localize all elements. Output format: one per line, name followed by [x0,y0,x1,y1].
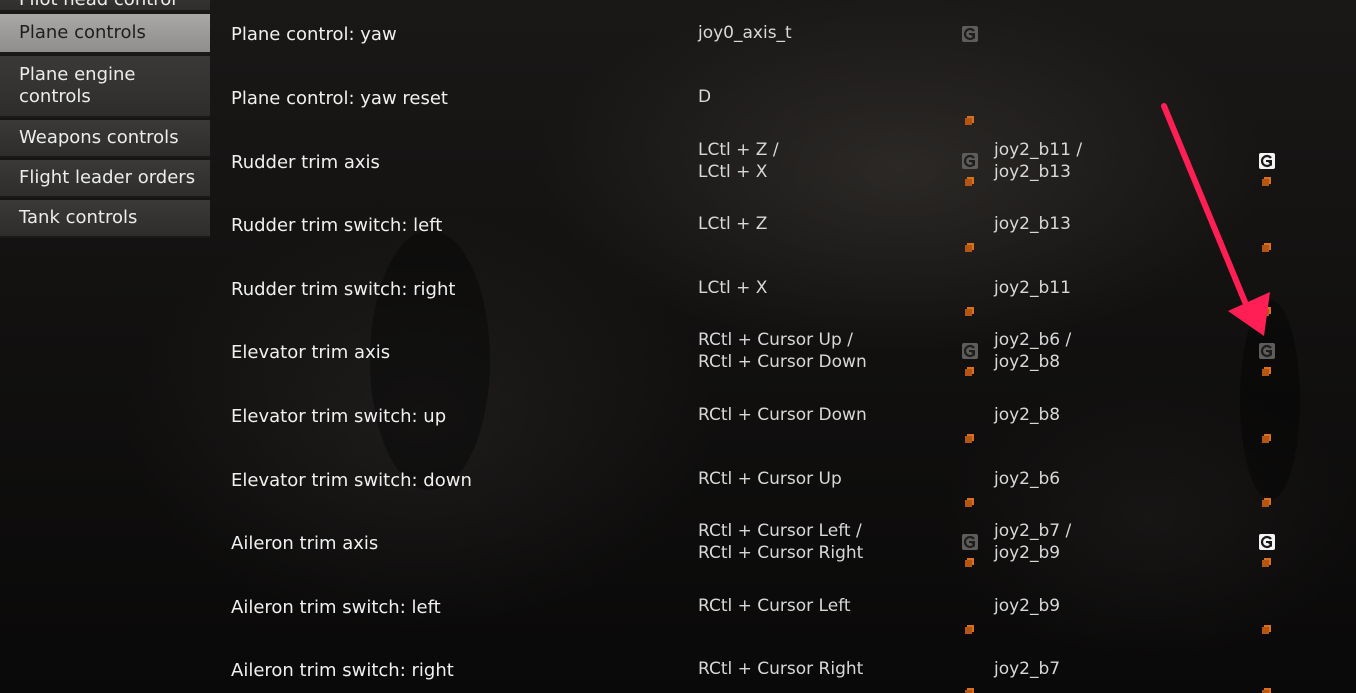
secondary-binding[interactable]: joy2_b6 / joy2_b8 [994,329,1071,373]
sidebar-item-pilot-head-control[interactable]: Pilot head control [0,0,210,12]
secondary-binding[interactable]: joy2_b11 [994,277,1071,299]
binding-row-label: Elevator trim switch: up [231,406,447,427]
sidebar-item-plane-controls[interactable]: Plane controls [0,14,210,54]
binding-marker-icon[interactable] [965,307,974,316]
primary-binding[interactable]: RCtl + Cursor Up [698,468,842,490]
binding-marker-icon[interactable] [1262,307,1271,316]
axis-reset-icon[interactable] [962,26,978,42]
primary-binding[interactable]: LCtl + Z / LCtl + X [698,139,779,183]
secondary-binding[interactable]: joy2_b9 [994,595,1060,617]
binding-row-label: Rudder trim switch: left [231,215,443,236]
primary-binding[interactable]: RCtl + Cursor Left / RCtl + Cursor Right [698,520,863,564]
sidebar-item-flight-leader-orders[interactable]: Flight leader orders [0,160,210,198]
primary-binding[interactable]: LCtl + Z [698,213,767,235]
sidebar-item-label: Flight leader orders [19,167,196,188]
binding-row-label: Elevator trim axis [231,342,391,363]
sidebar-item-tank-controls[interactable]: Tank controls [0,200,210,238]
sidebar-item-weapons-controls[interactable]: Weapons controls [0,120,210,158]
primary-binding[interactable]: RCtl + Cursor Down [698,404,867,426]
background-shape [1240,300,1300,500]
binding-marker-icon[interactable] [965,177,974,186]
sidebar-item-label: Plane engine controls [19,64,136,107]
binding-row-label: Elevator trim switch: down [231,470,472,491]
sidebar-item-plane-engine-controls[interactable]: Plane engine controls [0,56,210,118]
binding-marker-icon[interactable] [965,434,974,443]
binding-marker-icon[interactable] [965,367,974,376]
binding-row-label: Aileron trim switch: left [231,597,441,618]
binding-marker-icon[interactable] [965,558,974,567]
sidebar-item-label: Tank controls [19,207,138,228]
binding-marker-icon[interactable] [1262,367,1271,376]
sidebar-item-label: Weapons controls [19,127,179,148]
sidebar-item-label: Pilot head control [19,0,176,11]
sidebar: Pilot head control Plane controls Plane … [0,0,210,693]
binding-row-label: Plane control: yaw reset [231,88,448,109]
primary-binding[interactable]: D [698,86,711,108]
controls-settings-screen: Pilot head control Plane controls Plane … [0,0,1356,693]
binding-marker-icon[interactable] [1262,688,1271,693]
primary-binding[interactable]: RCtl + Cursor Right [698,658,863,680]
binding-marker-icon[interactable] [965,116,974,125]
axis-reset-icon[interactable] [962,343,978,359]
secondary-binding[interactable]: joy2_b11 / joy2_b13 [994,139,1082,183]
binding-row-label: Rudder trim switch: right [231,279,456,300]
axis-reset-icon[interactable] [1259,153,1275,169]
axis-reset-icon[interactable] [962,534,978,550]
primary-binding[interactable]: RCtl + Cursor Up / RCtl + Cursor Down [698,329,867,373]
binding-row-label: Aileron trim switch: right [231,660,454,681]
axis-reset-icon[interactable] [962,153,978,169]
binding-marker-icon[interactable] [1262,558,1271,567]
binding-marker-icon[interactable] [965,243,974,252]
binding-marker-icon[interactable] [1262,625,1271,634]
binding-marker-icon[interactable] [1262,434,1271,443]
axis-reset-icon[interactable] [1259,534,1275,550]
binding-marker-icon[interactable] [1262,498,1271,507]
sidebar-item-label: Plane controls [19,22,146,43]
secondary-binding[interactable]: joy2_b13 [994,213,1071,235]
binding-marker-icon[interactable] [1262,243,1271,252]
binding-marker-icon[interactable] [965,625,974,634]
primary-binding[interactable]: RCtl + Cursor Left [698,595,851,617]
secondary-binding[interactable]: joy2_b7 / joy2_b9 [994,520,1071,564]
binding-row-label: Aileron trim axis [231,533,379,554]
secondary-binding[interactable]: joy2_b8 [994,404,1060,426]
binding-row-label: Plane control: yaw [231,24,397,45]
binding-marker-icon[interactable] [965,498,974,507]
secondary-binding[interactable]: joy2_b6 [994,468,1060,490]
primary-binding[interactable]: joy0_axis_t [698,22,792,44]
binding-marker-icon[interactable] [1262,177,1271,186]
secondary-binding[interactable]: joy2_b7 [994,658,1060,680]
axis-reset-icon[interactable] [1259,343,1275,359]
primary-binding[interactable]: LCtl + X [698,277,767,299]
binding-marker-icon[interactable] [965,688,974,693]
binding-row-label: Rudder trim axis [231,152,380,173]
